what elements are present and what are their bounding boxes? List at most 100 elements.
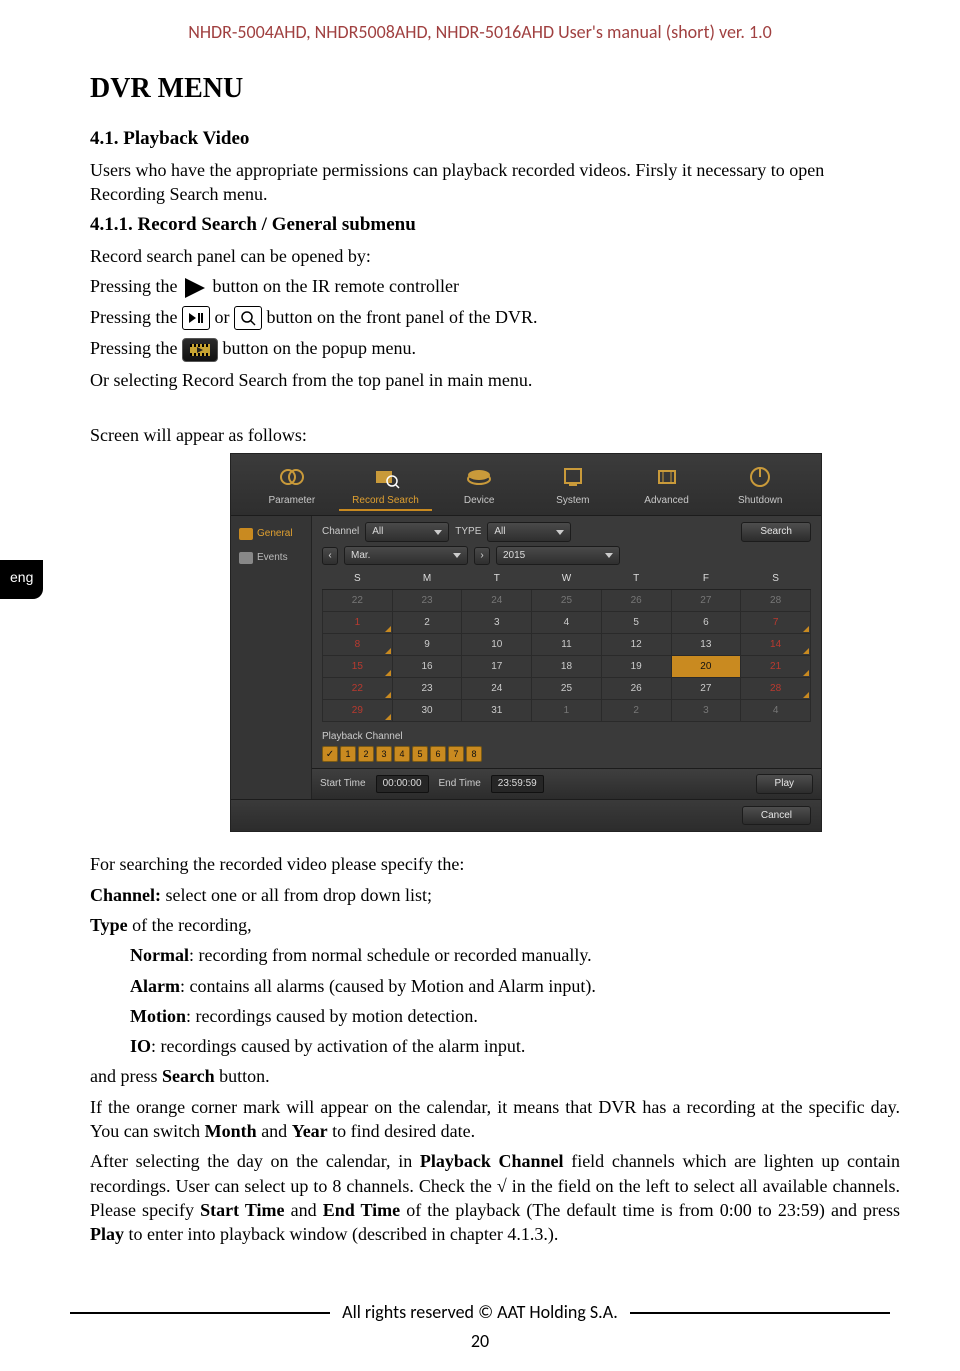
channel-toggle[interactable]: 3 — [376, 746, 392, 762]
calendar-cell[interactable]: 7 — [741, 611, 811, 633]
calendar-cell[interactable]: 6 — [671, 611, 741, 633]
dvr-sidebar: General Events — [231, 516, 312, 799]
calendar-cell[interactable]: 8 — [323, 633, 393, 655]
next-month-button[interactable]: › — [474, 547, 490, 565]
cal-day-head: S — [741, 569, 811, 589]
text: or — [215, 307, 235, 327]
calendar-cell[interactable]: 4 — [532, 611, 602, 633]
sidebar-item-label: General — [257, 527, 293, 541]
calendar-cell[interactable]: 18 — [532, 655, 602, 677]
calendar-cell[interactable]: 11 — [532, 633, 602, 655]
calendar-cell[interactable]: 26 — [601, 677, 671, 699]
below-l6: After selecting the day on the calendar,… — [90, 1149, 900, 1246]
calendar-cell[interactable]: 15 — [323, 655, 393, 677]
calendar-cell[interactable]: 23 — [392, 589, 462, 611]
calendar-cell[interactable]: 30 — [392, 699, 462, 721]
text: Pressing the — [90, 338, 182, 358]
section-4-1-1: 4.1.1. Record Search / General submenu — [90, 212, 900, 238]
month-select[interactable]: Mar. — [344, 546, 468, 566]
tab-device[interactable]: Device — [432, 464, 526, 516]
channel-select[interactable]: All — [365, 522, 449, 542]
calendar-cell[interactable]: 4 — [741, 699, 811, 721]
calendar-cell[interactable]: 31 — [462, 699, 532, 721]
tab-parameter[interactable]: Parameter — [245, 464, 339, 516]
label-start-time: Start Time — [320, 777, 366, 791]
calendar-cell[interactable]: 1 — [532, 699, 602, 721]
calendar-cell[interactable]: 14 — [741, 633, 811, 655]
calendar-cell[interactable]: 24 — [462, 677, 532, 699]
calendar-cell[interactable]: 17 — [462, 655, 532, 677]
prev-month-button[interactable]: ‹ — [322, 547, 338, 565]
calendar-cell[interactable]: 5 — [601, 611, 671, 633]
channel-toggle[interactable]: 8 — [466, 746, 482, 762]
below-l3: Type of the recording, — [90, 913, 900, 937]
calendar-cell[interactable]: 25 — [532, 589, 602, 611]
s411-topmenu: Or selecting Record Search from the top … — [90, 368, 900, 392]
calendar-cell[interactable]: 22 — [323, 677, 393, 699]
sidebar-item-general[interactable]: General — [231, 522, 311, 546]
calendar-cell[interactable]: 22 — [323, 589, 393, 611]
tab-system[interactable]: System — [526, 464, 620, 516]
tab-advanced[interactable]: Advanced — [620, 464, 714, 516]
s41-p1: Users who have the appropriate permissio… — [90, 158, 900, 207]
tab-label: Parameter — [268, 495, 315, 506]
year-select[interactable]: 2015 — [496, 546, 620, 566]
channel-toggle[interactable]: 7 — [448, 746, 464, 762]
channel-toggle[interactable]: 5 — [412, 746, 428, 762]
tab-record-search[interactable]: Record Search — [339, 464, 433, 516]
cal-day-head: W — [532, 569, 602, 589]
calendar-cell[interactable]: 3 — [462, 611, 532, 633]
channel-toggle[interactable]: 4 — [394, 746, 410, 762]
cancel-button[interactable]: Cancel — [742, 806, 811, 826]
calendar-cell[interactable]: 28 — [741, 677, 811, 699]
lang-tab: eng — [0, 560, 43, 599]
calendar-cell[interactable]: 26 — [601, 589, 671, 611]
sidebar-item-label: Events — [257, 551, 288, 565]
s411-frontpanel: Pressing the or button on the front pane… — [90, 305, 900, 331]
start-time-field[interactable]: 00:00:00 — [376, 775, 429, 793]
below-io: IO: recordings caused by activation of t… — [90, 1034, 900, 1058]
search-button[interactable]: Search — [741, 522, 811, 542]
sidebar-item-events[interactable]: Events — [231, 546, 311, 570]
tab-label: Shutdown — [738, 495, 782, 506]
label-playback-channel: Playback Channel — [322, 730, 811, 744]
channel-toggle[interactable]: 1 — [340, 746, 356, 762]
play-button[interactable]: Play — [756, 774, 813, 794]
calendar-cell[interactable]: 16 — [392, 655, 462, 677]
calendar-cell[interactable]: 13 — [671, 633, 741, 655]
calendar-cell[interactable]: 27 — [671, 677, 741, 699]
channel-toggle[interactable]: 6 — [430, 746, 446, 762]
calendar-cell[interactable]: 25 — [532, 677, 602, 699]
calendar-cell[interactable]: 2 — [601, 699, 671, 721]
chevron-down-icon — [556, 530, 564, 535]
calendar-cell[interactable]: 19 — [601, 655, 671, 677]
tab-shutdown[interactable]: Shutdown — [713, 464, 807, 516]
cal-day-head: M — [392, 569, 462, 589]
calendar-cell[interactable]: 12 — [601, 633, 671, 655]
calendar-cell[interactable]: 29 — [323, 699, 393, 721]
text: button on the front panel of the DVR. — [267, 307, 538, 327]
label-type: TYPE — [455, 525, 481, 539]
calendar-cell[interactable]: 28 — [741, 589, 811, 611]
chevron-down-icon — [605, 553, 613, 558]
select-all-channels[interactable]: ✓ — [322, 746, 338, 762]
calendar-cell[interactable]: 1 — [323, 611, 393, 633]
select-value: All — [372, 525, 383, 539]
end-time-field[interactable]: 23:59:59 — [491, 775, 544, 793]
calendar-cell[interactable]: 27 — [671, 589, 741, 611]
type-select[interactable]: All — [487, 522, 571, 542]
calendar-cell[interactable]: 21 — [741, 655, 811, 677]
calendar-cell[interactable]: 9 — [392, 633, 462, 655]
below-normal: Normal: recording from normal schedule o… — [90, 943, 900, 967]
dvr-top-tabs: Parameter Record Search Device System Ad… — [231, 454, 821, 517]
calendar-cell[interactable]: 23 — [392, 677, 462, 699]
calendar-cell[interactable]: 3 — [671, 699, 741, 721]
text: button on the IR remote controller — [213, 276, 459, 296]
cal-day-head: S — [323, 569, 393, 589]
channel-toggle[interactable]: 2 — [358, 746, 374, 762]
calendar-cell[interactable]: 20 — [671, 655, 741, 677]
page-footer: All rights reserved © AAT Holding S.A. 2… — [0, 1300, 960, 1353]
calendar-cell[interactable]: 2 — [392, 611, 462, 633]
calendar-cell[interactable]: 24 — [462, 589, 532, 611]
calendar-cell[interactable]: 10 — [462, 633, 532, 655]
